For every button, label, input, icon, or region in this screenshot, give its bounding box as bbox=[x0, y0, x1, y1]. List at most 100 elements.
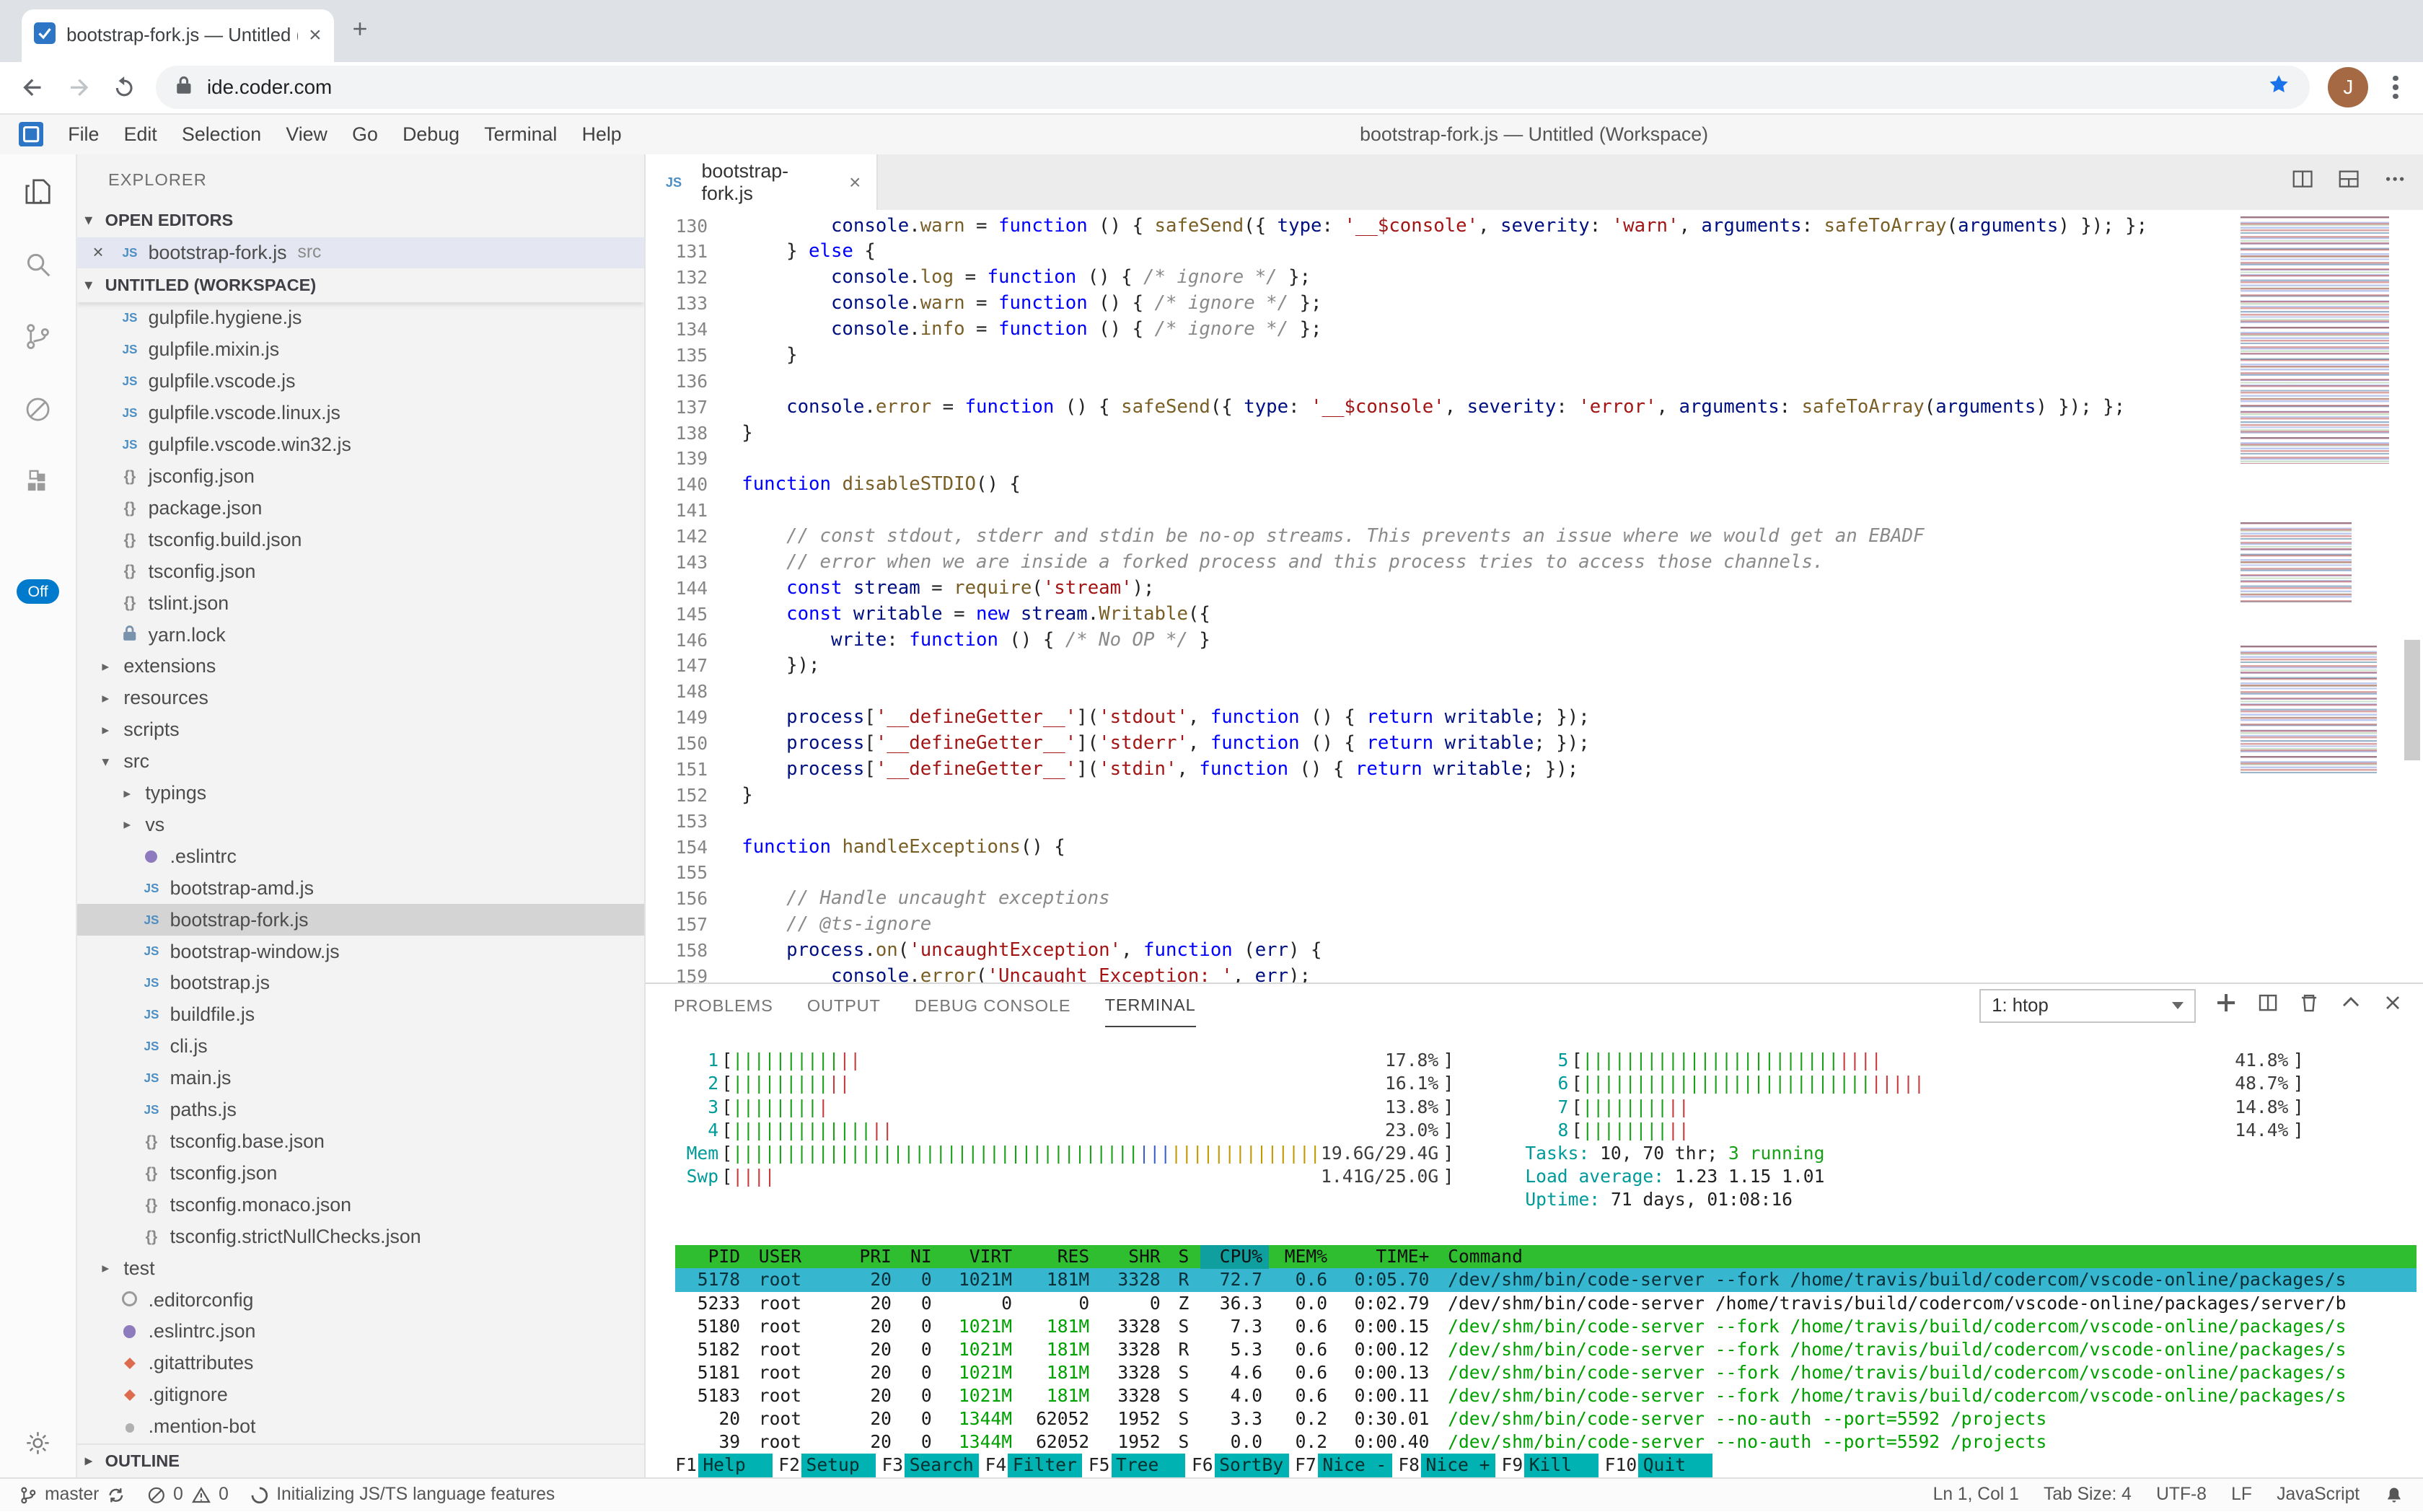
menu-terminal[interactable]: Terminal bbox=[472, 123, 569, 146]
tree-item-gulpfile.vscode.js[interactable]: JSgulpfile.vscode.js bbox=[77, 366, 644, 397]
new-tab-button[interactable] bbox=[349, 18, 371, 46]
off-badge[interactable]: Off bbox=[17, 579, 58, 604]
tree-item-gulpfile.vscode.linux.js[interactable]: JSgulpfile.vscode.linux.js bbox=[77, 397, 644, 429]
tree-item-tsconfig.strictNullChecks.json[interactable]: {}tsconfig.strictNullChecks.json bbox=[77, 1221, 644, 1252]
search-icon[interactable] bbox=[19, 246, 56, 283]
fkey-f4[interactable]: F4Filter bbox=[979, 1454, 1082, 1477]
new-terminal-icon[interactable] bbox=[2215, 991, 2238, 1021]
tree-item-.editorconfig[interactable]: .editorconfig bbox=[77, 1284, 644, 1316]
panel-tab-problems[interactable]: PROBLEMS bbox=[674, 984, 773, 1027]
kill-terminal-icon[interactable] bbox=[2297, 991, 2321, 1021]
toggle-layout-icon[interactable] bbox=[2336, 167, 2361, 198]
forward-icon[interactable] bbox=[65, 74, 93, 102]
problems-status[interactable]: 0 0 bbox=[147, 1485, 229, 1505]
tree-item-.mention-bot[interactable]: .mention-bot bbox=[77, 1411, 644, 1443]
menu-file[interactable]: File bbox=[56, 123, 111, 146]
fkey-f5[interactable]: F5Tree bbox=[1082, 1454, 1185, 1477]
tree-item-bootstrap-fork.js[interactable]: JSbootstrap-fork.js bbox=[77, 904, 644, 936]
menu-edit[interactable]: Edit bbox=[111, 123, 169, 146]
tree-item-tsconfig.build.json[interactable]: {}tsconfig.build.json bbox=[77, 524, 644, 555]
fkey-f9[interactable]: F9Kill bbox=[1495, 1454, 1599, 1477]
menu-go[interactable]: Go bbox=[340, 123, 390, 146]
menu-help[interactable]: Help bbox=[570, 123, 634, 146]
reload-icon[interactable] bbox=[111, 74, 137, 100]
tree-item-tslint.json[interactable]: {}tslint.json bbox=[77, 587, 644, 619]
tree-item-extensions[interactable]: ▸extensions bbox=[77, 651, 644, 682]
tree-item-package.json[interactable]: {}package.json bbox=[77, 492, 644, 524]
bookmark-star-icon[interactable] bbox=[2266, 72, 2291, 102]
panel-tab-terminal[interactable]: TERMINAL bbox=[1105, 984, 1196, 1027]
panel-tab-output[interactable]: OUTPUT bbox=[807, 984, 881, 1027]
tree-item-resources[interactable]: ▸resources bbox=[77, 682, 644, 714]
tree-item-paths.js[interactable]: JSpaths.js bbox=[77, 1094, 644, 1126]
minimap[interactable] bbox=[2235, 210, 2398, 812]
terminal-select[interactable]: 1: htop bbox=[1979, 989, 2196, 1023]
tree-item-src[interactable]: ▾src bbox=[77, 746, 644, 778]
code-editor[interactable]: 1301311321331341351361371381391401411421… bbox=[646, 210, 2423, 983]
fkey-f10[interactable]: F10Quit bbox=[1599, 1454, 1712, 1477]
tree-item-gulpfile.hygiene.js[interactable]: JSgulpfile.hygiene.js bbox=[77, 302, 644, 334]
encoding[interactable]: UTF-8 bbox=[2156, 1485, 2207, 1505]
branch-status[interactable]: master bbox=[19, 1485, 126, 1505]
close-panel-icon[interactable] bbox=[2381, 991, 2404, 1021]
tree-item-cli.js[interactable]: JScli.js bbox=[77, 1031, 644, 1063]
eol-sequence[interactable]: LF bbox=[2231, 1485, 2252, 1505]
tree-item-gulpfile.mixin.js[interactable]: JSgulpfile.mixin.js bbox=[77, 334, 644, 366]
notifications-bell-icon[interactable] bbox=[2384, 1485, 2404, 1506]
tree-item-.gitignore[interactable]: ◆.gitignore bbox=[77, 1379, 644, 1411]
open-editors-header[interactable]: ▾ OPEN EDITORS bbox=[77, 203, 644, 237]
tree-item-tsconfig.json[interactable]: {}tsconfig.json bbox=[77, 555, 644, 587]
menu-selection[interactable]: Selection bbox=[170, 123, 273, 146]
tree-item-.eslintrc[interactable]: .eslintrc bbox=[77, 840, 644, 872]
debug-icon[interactable] bbox=[19, 391, 56, 428]
open-editor-item[interactable]: × JS bootstrap-fork.js src bbox=[77, 237, 644, 268]
fkey-f7[interactable]: F7Nice - bbox=[1289, 1454, 1392, 1477]
tree-item-typings[interactable]: ▸typings bbox=[77, 778, 644, 809]
panel-tab-debug-console[interactable]: DEBUG CONSOLE bbox=[915, 984, 1071, 1027]
fkey-f1[interactable]: F1Help bbox=[675, 1454, 773, 1477]
profile-avatar[interactable]: J bbox=[2328, 67, 2368, 107]
tree-item-main.js[interactable]: JSmain.js bbox=[77, 1063, 644, 1094]
browser-menu-icon[interactable] bbox=[2387, 76, 2404, 100]
tree-item-tsconfig.base.json[interactable]: {}tsconfig.base.json bbox=[77, 1126, 644, 1158]
outline-header[interactable]: ▸ OUTLINE bbox=[77, 1443, 644, 1477]
cursor-position[interactable]: Ln 1, Col 1 bbox=[1933, 1485, 2019, 1505]
tree-item-jsconfig.json[interactable]: {}jsconfig.json bbox=[77, 461, 644, 493]
tree-item-tsconfig.json[interactable]: {}tsconfig.json bbox=[77, 1157, 644, 1189]
browser-tab[interactable]: bootstrap-fork.js — Untitled (W × bbox=[22, 9, 334, 62]
menu-debug[interactable]: Debug bbox=[390, 123, 472, 146]
fkey-f8[interactable]: F8Nice + bbox=[1392, 1454, 1495, 1477]
tree-item-.eslintrc.json[interactable]: .eslintrc.json bbox=[77, 1316, 644, 1348]
tree-item-bootstrap-window.js[interactable]: JSbootstrap-window.js bbox=[77, 936, 644, 967]
settings-gear-icon[interactable] bbox=[19, 1425, 56, 1462]
extensions-icon[interactable] bbox=[19, 464, 56, 501]
tree-item-vs[interactable]: ▸vs bbox=[77, 809, 644, 840]
menu-view[interactable]: View bbox=[273, 123, 340, 146]
editor-scrollbar[interactable] bbox=[2401, 210, 2423, 983]
scrollbar-thumb[interactable] bbox=[2404, 640, 2419, 760]
tree-item-gulpfile.vscode.win32.js[interactable]: JSgulpfile.vscode.win32.js bbox=[77, 429, 644, 461]
tree-item-bootstrap.js[interactable]: JSbootstrap.js bbox=[77, 967, 644, 999]
editor-tab-close-icon[interactable]: × bbox=[849, 171, 861, 194]
editor-tab[interactable]: JS bootstrap-fork.js × bbox=[646, 154, 877, 210]
tree-item-yarn.lock[interactable]: yarn.lock bbox=[77, 619, 644, 651]
split-terminal-icon[interactable] bbox=[2256, 991, 2279, 1021]
tree-item-test[interactable]: ▸test bbox=[77, 1252, 644, 1284]
source-control-icon[interactable] bbox=[19, 318, 56, 355]
language-mode[interactable]: JavaScript bbox=[2277, 1485, 2360, 1505]
tree-item-tsconfig.monaco.json[interactable]: {}tsconfig.monaco.json bbox=[77, 1189, 644, 1221]
maximize-panel-icon[interactable] bbox=[2339, 991, 2362, 1021]
terminal[interactable]: 1[||||||||||||17.8%]5[||||||||||||||||||… bbox=[646, 1027, 2423, 1477]
address-bar[interactable]: ide.coder.com bbox=[156, 66, 2309, 109]
tree-item-bootstrap-amd.js[interactable]: JSbootstrap-amd.js bbox=[77, 872, 644, 904]
tree-item-scripts[interactable]: ▸scripts bbox=[77, 714, 644, 746]
tab-close-icon[interactable]: × bbox=[309, 25, 322, 46]
fkey-f2[interactable]: F2Setup bbox=[773, 1454, 876, 1477]
split-editor-icon[interactable] bbox=[2290, 167, 2315, 198]
back-icon[interactable] bbox=[19, 74, 47, 102]
tree-item-buildfile.js[interactable]: JSbuildfile.js bbox=[77, 999, 644, 1031]
workspace-header[interactable]: ▾ UNTITLED (WORKSPACE) bbox=[77, 268, 644, 302]
more-actions-icon[interactable] bbox=[2383, 167, 2407, 198]
explorer-icon[interactable] bbox=[19, 173, 56, 210]
indentation[interactable]: Tab Size: 4 bbox=[2044, 1485, 2132, 1505]
